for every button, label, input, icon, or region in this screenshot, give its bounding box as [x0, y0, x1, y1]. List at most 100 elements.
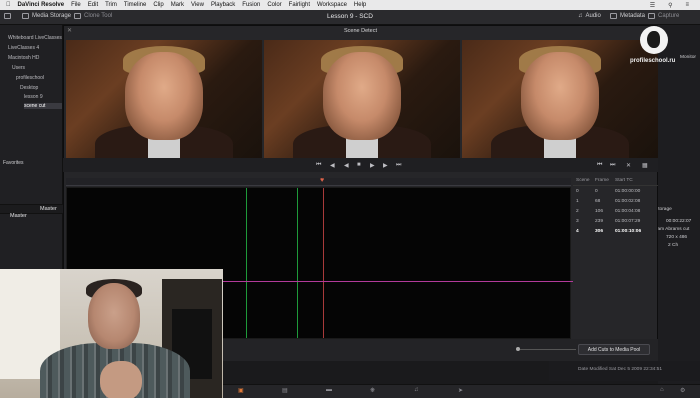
metadata-icon: [610, 13, 617, 19]
menu-view[interactable]: View: [191, 2, 204, 8]
cell-frame: 106: [595, 208, 604, 214]
tree-item-macintosh-hd[interactable]: Macintosh HD: [8, 55, 39, 61]
prev-cut-icon[interactable]: ⏮: [597, 162, 602, 169]
scene-list-table: Scene Frame Start TC 0 0 01:00:00:00 1 68 01…: [573, 176, 658, 236]
menu-list-icon[interactable]: ≡: [685, 2, 689, 8]
audio-button[interactable]: ♫ Audio: [578, 13, 601, 19]
presenter-webcam: [0, 269, 223, 398]
search-icon[interactable]: ⚲: [668, 2, 672, 9]
frame-face: [520, 51, 600, 141]
monitor-label: Monitor: [680, 55, 696, 60]
cell-scene: 4: [576, 228, 579, 234]
status-icons: ☰ ⚲ ≡: [650, 0, 696, 10]
master-label: Master: [40, 206, 57, 212]
threshold-line[interactable]: [223, 281, 573, 282]
menu-edit[interactable]: Edit: [88, 2, 98, 8]
menu-color[interactable]: Color: [267, 2, 281, 8]
edit-page-icon[interactable]: ▬: [326, 387, 332, 393]
apple-icon[interactable]: : [6, 2, 11, 8]
menu-help[interactable]: Help: [354, 2, 366, 8]
tree-item-desktop[interactable]: Desktop: [20, 85, 38, 91]
wifi-icon[interactable]: ☰: [650, 2, 655, 9]
meta-timecode: 00:00:22:07: [666, 219, 692, 224]
cell-tc: 01:00:00:00: [615, 188, 641, 194]
fusion-page-icon[interactable]: ❋: [370, 387, 375, 394]
table-row[interactable]: 2 106 01:00:04:08: [573, 206, 658, 216]
go-to-start-icon[interactable]: ⏮: [316, 162, 321, 169]
step-forward-icon[interactable]: ▶: [383, 162, 388, 169]
step-back-icon[interactable]: ◀: [330, 162, 335, 169]
capture-icon: [648, 13, 655, 19]
capture-label: Capture: [658, 13, 680, 19]
cut-page-icon[interactable]: ▤: [282, 387, 288, 394]
date-modified: Date Modified Sat Dec 5 2009 22:34:51: [578, 367, 663, 372]
frame-face: [124, 51, 204, 141]
reverse-play-icon[interactable]: ◀: [344, 162, 349, 169]
grid-icon[interactable]: ▦: [642, 162, 648, 169]
tree-item-whiteboard[interactable]: Whiteboard LiveClasses: [8, 35, 62, 41]
menu-fairlight[interactable]: Fairlight: [289, 2, 310, 8]
deliver-page-icon[interactable]: ➤: [458, 387, 463, 394]
preview-frame-right: [462, 40, 658, 158]
cell-frame: 0: [595, 188, 598, 194]
menu-mark[interactable]: Mark: [171, 2, 184, 8]
fairlight-page-icon[interactable]: ♫: [414, 387, 419, 393]
media-page-icon[interactable]: ▣: [238, 387, 244, 394]
metadata-label: Metadata: [620, 13, 646, 19]
menu-app-name[interactable]: DaVinci Resolve: [18, 2, 65, 8]
preview-frame-center: [264, 40, 460, 158]
menu-playback[interactable]: Playback: [211, 2, 235, 8]
tree-item-profileschool[interactable]: profileschool: [16, 75, 44, 81]
capture-button[interactable]: Capture: [648, 13, 679, 19]
zoom-slider-track[interactable]: [520, 349, 576, 350]
go-to-end-icon[interactable]: ⏭: [396, 162, 401, 169]
play-icon[interactable]: ▶: [370, 162, 375, 169]
meta-resolution: 720 x 486: [666, 235, 688, 240]
table-row[interactable]: 1 68 01:00:02:08: [573, 196, 658, 206]
settings-gear-icon[interactable]: ⚙: [680, 387, 685, 394]
cell-tc: 01:00:04:08: [615, 208, 641, 214]
cell-scene: 0: [576, 188, 579, 194]
menu-trim[interactable]: Trim: [105, 2, 117, 8]
table-row-selected[interactable]: 4 306 01:00:10:06: [573, 226, 658, 236]
cell-tc: 01:00:02:08: [615, 198, 641, 204]
tree-item-lesson9[interactable]: lesson 9: [24, 94, 43, 100]
meta-channels: 2 Ch: [668, 243, 679, 248]
meta-clip-name: sam Abrams cut: [655, 227, 690, 232]
tree-item-users[interactable]: Users: [12, 65, 25, 71]
menu-workspace[interactable]: Workspace: [317, 2, 347, 8]
playhead-marker-icon[interactable]: ♥: [320, 177, 324, 184]
tree-item-liveclasses[interactable]: LiveClasses 4: [8, 45, 39, 51]
cut-marker[interactable]: [246, 188, 247, 338]
menu-fusion[interactable]: Fusion: [242, 2, 260, 8]
menu-timeline[interactable]: Timeline: [124, 2, 146, 8]
webcam-presenter-hand: [100, 361, 142, 398]
table-row[interactable]: 0 0 01:00:00:00: [573, 186, 658, 196]
frame-face: [322, 51, 402, 141]
cell-scene: 3: [576, 218, 579, 224]
playhead-line[interactable]: [323, 188, 324, 338]
timeline-ruler[interactable]: [66, 178, 571, 186]
master-bin[interactable]: Master: [10, 213, 27, 219]
cell-tc: 01:00:10:06: [615, 228, 642, 234]
cell-scene: 1: [576, 198, 579, 204]
menu-clip[interactable]: Clip: [153, 2, 163, 8]
cut-scissors-icon[interactable]: ✕: [626, 162, 631, 169]
home-icon[interactable]: ⌂: [660, 387, 664, 393]
mac-menubar:  DaVinci Resolve File Edit Trim Timelin…: [0, 0, 700, 10]
next-cut-icon[interactable]: ⏭: [610, 162, 615, 169]
audio-label: Audio: [585, 13, 601, 19]
favorites-label: Favorites: [3, 160, 24, 166]
resolve-toolbar: Media Storage Clone Tool Lesson 9 - SCD …: [0, 10, 700, 25]
cut-marker[interactable]: [297, 188, 298, 338]
metadata-button[interactable]: Metadata: [610, 13, 645, 19]
add-cuts-button[interactable]: Add Cuts to Media Pool: [578, 344, 650, 355]
cell-scene: 2: [576, 208, 579, 214]
cell-frame: 306: [595, 228, 604, 234]
tree-item-scene-cut[interactable]: scene cut: [24, 103, 62, 109]
dialog-title: Scene Detect: [343, 28, 378, 34]
stop-icon[interactable]: ■: [357, 162, 361, 168]
profileschool-logo-head: [647, 31, 660, 48]
table-row[interactable]: 3 239 01:00:07:29: [573, 216, 658, 226]
menu-file[interactable]: File: [71, 2, 81, 8]
